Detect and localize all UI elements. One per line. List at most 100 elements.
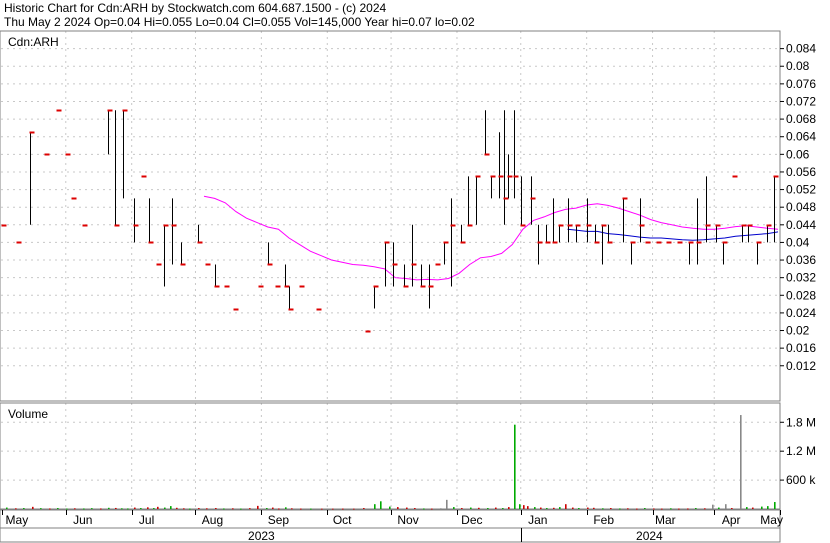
volume-bar [198,508,200,510]
month-label: Mar [655,513,676,527]
volume-bar [66,508,68,510]
volume-bar [49,508,51,510]
month-labels: May Jun Jul Aug Sep Oct Nov Dec Jan Feb Mar Apr May [2,510,783,527]
volume-axis: 1.8 M 1.2 M 600 k [780,415,816,487]
price-bar [537,224,543,265]
volume-bar [470,507,472,509]
month-label: Dec [461,513,482,527]
volume-bar [610,508,612,510]
volume-bar [704,508,706,510]
volume-bar [176,507,178,509]
month-label: Jun [73,513,92,527]
price-bar [747,224,753,243]
price-bar [705,176,711,243]
price-bar [428,264,434,309]
volume-bar [266,508,268,510]
volume-bar [478,507,480,509]
volume-bar [712,504,714,509]
month-label: Feb [593,513,614,527]
volume-bar [446,499,448,509]
year-labels: 2023 2024 [248,528,663,543]
price-bar [214,264,220,288]
volume-bar [593,507,595,509]
volume-panel-frame [0,402,781,510]
month-label: Apr [722,513,741,527]
price-bar [443,241,449,265]
price-bar [601,224,607,265]
volume-bar [183,508,185,510]
volume-bar [653,508,655,510]
volume-bar [153,508,155,510]
volume-bar [74,508,76,510]
volume-bar [164,507,166,509]
volume-bar [627,508,629,510]
volume-bar [527,506,529,509]
volume-bar [363,508,365,510]
volume-bar [232,508,234,510]
volume-bar [752,507,754,509]
price-tick-label: 0.02 [786,324,810,338]
volume-bar [32,506,34,509]
price-bar [484,110,490,156]
volume-bar [423,508,425,510]
volume-bar [170,506,172,509]
price-panel: Cdn:ARH 0.0840.080.0760.0720.0680.0640.0… [0,30,816,402]
volume-bar [300,508,302,510]
volume-bar [83,508,85,510]
volume-bar [40,508,42,510]
volume-bar [140,508,142,510]
volume-bar [249,508,251,510]
volume-bar [636,508,638,510]
year-label: 2023 [248,529,275,543]
price-tick-label: 0.068 [786,112,816,126]
price-tick-label: 0.072 [786,94,816,108]
volume-bar [240,508,242,510]
volume-tick-label: 1.2 M [786,444,816,458]
price-bar [520,176,526,227]
volume-bar [718,507,720,509]
volume-bar [565,504,567,509]
volume-bar [321,508,323,510]
price-tick-label: 0.056 [786,165,816,179]
volume-bar [695,508,697,510]
price-bar [460,224,466,244]
price-bar [490,175,496,199]
volume-bar [353,508,355,510]
price-bar [530,176,536,225]
price-bar [639,198,645,243]
price-bar [558,224,564,243]
volume-gridlines [1,403,780,509]
volume-bar [257,505,259,509]
month-label: Aug [202,513,223,527]
volume-bar [285,507,287,509]
volume-bar [453,507,455,509]
month-label: May [760,513,783,527]
volume-bar [374,504,376,509]
volume-bar [534,507,536,509]
month-label: Sep [268,513,290,527]
price-bar [267,242,273,266]
symbol-label: Cdn:ARH [8,35,59,49]
price-bar [133,198,139,243]
price-bar [545,224,551,244]
volume-bar [670,508,672,510]
price-tick-label: 0.04 [786,235,810,249]
volume-bar [559,507,561,509]
price-bar [688,241,694,265]
volume-bar [23,508,25,510]
price-tick-label: 0.048 [786,200,816,214]
volume-bar [502,508,504,510]
volume-bar [602,508,604,510]
volume-tick-label: 600 k [786,473,816,487]
volume-bar [687,508,689,510]
price-bar [715,224,721,243]
price-bar [741,224,747,243]
volume-bar [495,507,497,509]
price-bar [197,224,203,244]
time-axis: May Jun Jul Aug Sep Oct Nov Dec Jan Feb Mar Apr May … [0,509,783,543]
volume-bar [746,507,748,509]
price-bar [107,109,113,155]
price-bar [284,264,290,288]
volume-bar [100,508,102,510]
month-label: Jan [528,513,547,527]
